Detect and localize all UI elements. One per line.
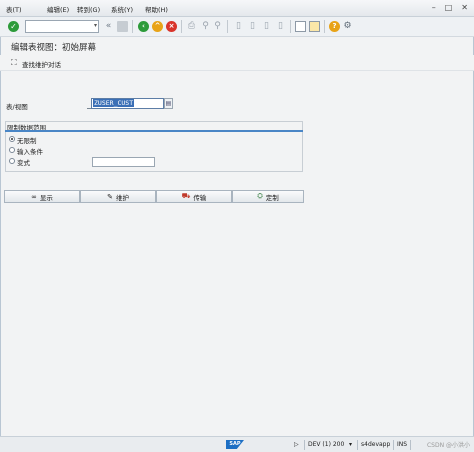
shortcut-icon[interactable]: [309, 21, 320, 32]
print-icon[interactable]: ⎙: [186, 21, 197, 32]
menu-help[interactable]: 帮助(H): [145, 4, 168, 14]
customize-button-label: 定制: [265, 193, 279, 202]
radio-enter-conditions-label: 输入条件: [17, 148, 43, 156]
menu-bar: 表(T) 编辑(E) 转到(G) 系统(Y) 帮助(H) – □ ✕: [0, 0, 474, 17]
header-divider: [0, 70, 474, 71]
back-icon[interactable]: ‹: [138, 21, 149, 32]
status-bar: SAP ▷ DEV (1) 200 ▾ s4devapp INS CSDN @小…: [0, 436, 474, 452]
status-mode: INS: [397, 441, 408, 448]
customize-icon: ⛭: [257, 192, 263, 200]
value-help-icon[interactable]: ▤: [164, 98, 173, 109]
display-button-label: 显示: [39, 193, 53, 202]
menu-table[interactable]: 表(T): [6, 4, 22, 14]
menu-goto[interactable]: 转到(G): [77, 4, 100, 14]
radio-variant-label: 变式: [17, 159, 30, 167]
status-divider: [393, 440, 394, 450]
find-next-icon[interactable]: ⚲: [212, 21, 223, 32]
status-divider: [357, 440, 358, 450]
binoculars-icon[interactable]: ⛶: [11, 58, 17, 68]
radio-variant[interactable]: [9, 158, 15, 164]
prev-page-icon[interactable]: ▯: [247, 21, 258, 32]
exit-icon[interactable]: ^: [152, 21, 163, 32]
last-page-icon[interactable]: ▯: [275, 21, 286, 32]
variant-input[interactable]: [92, 157, 155, 167]
window-controls: – □ ✕: [432, 3, 468, 13]
toolbar-divider: [181, 20, 182, 33]
status-system: DEV (1) 200: [308, 441, 345, 448]
status-server: s4devapp: [361, 441, 391, 448]
status-divider: [304, 440, 305, 450]
group-title-underline: [5, 130, 303, 132]
toolbar-divider: [227, 20, 228, 33]
first-page-icon[interactable]: ▯: [233, 21, 244, 32]
transport-button[interactable]: ⛟ 传输: [156, 190, 232, 203]
status-dropdown-icon[interactable]: ▾: [349, 441, 352, 448]
watermark: CSDN @小洪小: [426, 442, 470, 449]
status-divider: [410, 440, 411, 450]
toolbar-divider: [324, 20, 325, 33]
close-icon[interactable]: ✕: [461, 3, 468, 13]
command-field[interactable]: ▾: [25, 20, 99, 33]
help-icon[interactable]: ?: [329, 21, 340, 32]
table-view-input[interactable]: ZUSER_CUST: [91, 98, 164, 109]
table-view-value: ZUSER_CUST: [93, 99, 135, 107]
system-toolbar: ✓ ▾ « ‹ ^ × ⎙ ⚲ ⚲ ▯ ▯ ▯ ▯ ? ⚙: [0, 17, 474, 37]
table-view-label: 表/视图: [6, 103, 28, 111]
radio-enter-conditions[interactable]: [9, 147, 15, 153]
sap-logo: SAP: [226, 440, 244, 449]
settings-icon[interactable]: ⚙: [342, 21, 353, 32]
restrict-data-group-header: 限制数据范围: [5, 121, 303, 132]
status-arrow-icon[interactable]: ▷: [294, 441, 299, 448]
dropdown-icon[interactable]: ▾: [94, 22, 97, 29]
transport-icon: ⛟: [181, 192, 191, 200]
save-icon[interactable]: [117, 21, 128, 32]
next-page-icon[interactable]: ▯: [261, 21, 272, 32]
display-button[interactable]: ∞ 显示: [4, 190, 80, 203]
menu-edit[interactable]: 编辑(E): [47, 4, 69, 14]
radio-no-restriction-label: 无限制: [17, 137, 37, 145]
transport-button-label: 传输: [193, 193, 207, 202]
application-toolbar: ⛶ 查找维护对话: [0, 55, 474, 70]
menu-system[interactable]: 系统(Y): [111, 4, 133, 14]
checkmark-icon[interactable]: ✓: [8, 21, 19, 32]
find-maintenance-dialog-button[interactable]: 查找维护对话: [22, 59, 61, 69]
radio-no-restriction[interactable]: [9, 136, 15, 142]
toolbar-divider: [132, 20, 133, 33]
customize-button[interactable]: ⛭ 定制: [232, 190, 304, 203]
glasses-icon: ∞: [31, 192, 37, 201]
maximize-icon[interactable]: □: [445, 3, 453, 13]
page-title: 编辑表视图：初始屏幕: [11, 43, 97, 53]
double-chevron-left-icon[interactable]: «: [103, 21, 114, 32]
pencil-icon: ✎: [107, 192, 113, 201]
toolbar-divider: [290, 20, 291, 33]
cancel-icon[interactable]: ×: [166, 21, 177, 32]
find-icon[interactable]: ⚲: [200, 21, 211, 32]
minimize-icon[interactable]: –: [432, 3, 436, 13]
new-session-icon[interactable]: [295, 21, 306, 32]
maintain-button[interactable]: ✎ 维护: [80, 190, 156, 203]
maintain-button-label: 维护: [115, 193, 129, 202]
